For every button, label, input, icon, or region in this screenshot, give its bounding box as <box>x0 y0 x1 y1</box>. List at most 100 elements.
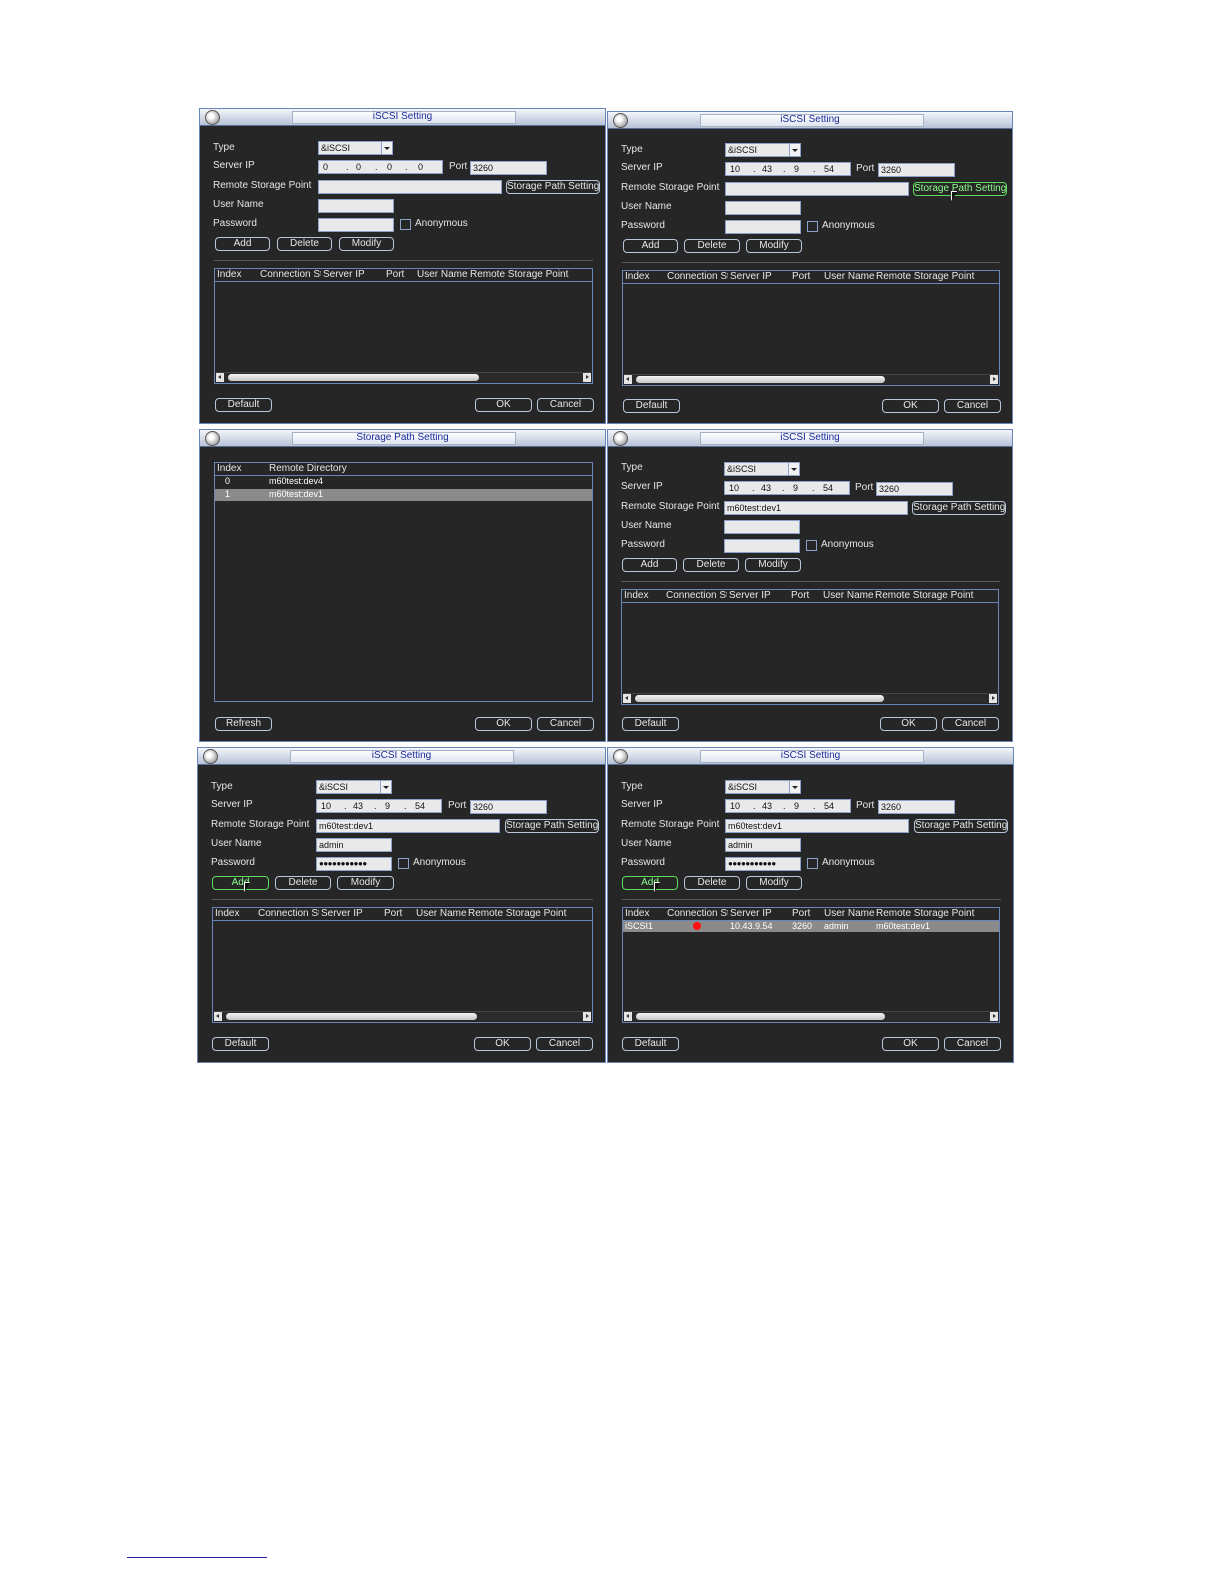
ok-button[interactable]: OK <box>474 1037 531 1051</box>
storage-path-setting-button[interactable]: Storage Path Setting <box>912 501 1006 515</box>
ok-button[interactable]: OK <box>882 399 939 413</box>
scroll-thumb[interactable] <box>636 1013 885 1020</box>
scroll-thumb[interactable] <box>226 1013 477 1020</box>
refresh-button[interactable]: Refresh <box>215 717 272 731</box>
remote-storage-input[interactable]: m60test:dev1 <box>724 501 908 515</box>
ok-button[interactable]: OK <box>475 717 532 731</box>
scroll-left-icon[interactable] <box>216 373 224 382</box>
user-name-input[interactable] <box>725 201 801 215</box>
horizontal-scrollbar[interactable] <box>623 693 997 703</box>
delete-button[interactable]: Delete <box>684 876 740 890</box>
scroll-right-icon[interactable] <box>583 373 591 382</box>
default-button[interactable]: Default <box>623 399 680 413</box>
chevron-down-icon[interactable] <box>789 144 800 156</box>
remote-storage-input[interactable]: m60test:dev1 <box>316 819 500 833</box>
add-button[interactable]: Add <box>215 237 270 251</box>
type-select[interactable]: &iSCSI <box>724 462 800 476</box>
cancel-button[interactable]: Cancel <box>536 1037 593 1051</box>
server-ip-input[interactable]: 10 . 43 . 9 . 54 <box>724 481 850 495</box>
chevron-down-icon[interactable] <box>789 781 800 793</box>
default-button[interactable]: Default <box>622 1037 679 1051</box>
horizontal-scrollbar[interactable] <box>624 374 998 384</box>
chevron-down-icon[interactable] <box>381 142 392 154</box>
ok-button[interactable]: OK <box>880 717 937 731</box>
scroll-left-icon[interactable] <box>214 1012 222 1021</box>
scroll-thumb[interactable] <box>635 695 884 702</box>
delete-button[interactable]: Delete <box>275 876 331 890</box>
anonymous-checkbox[interactable] <box>400 219 411 230</box>
anonymous-checkbox[interactable] <box>398 858 409 869</box>
scroll-left-icon[interactable] <box>624 1012 632 1021</box>
horizontal-scrollbar[interactable] <box>624 1011 998 1021</box>
port-input[interactable]: 3260 <box>470 800 547 814</box>
modify-button[interactable]: Modify <box>337 876 394 890</box>
delete-button[interactable]: Delete <box>684 239 740 253</box>
scroll-thumb[interactable] <box>636 376 885 383</box>
user-name-input[interactable] <box>318 199 394 213</box>
server-ip-input[interactable]: 10 . 43 . 9 . 54 <box>316 799 442 813</box>
type-select[interactable]: &iSCSI <box>316 780 392 794</box>
default-button[interactable]: Default <box>622 717 679 731</box>
password-input[interactable]: ●●●●●●●●●●● <box>316 857 392 871</box>
storage-path-setting-button[interactable]: Storage Path Setting <box>505 819 599 833</box>
user-name-input[interactable] <box>724 520 800 534</box>
port-input[interactable]: 3260 <box>878 163 955 177</box>
user-name-input[interactable]: admin <box>725 838 801 852</box>
add-button[interactable]: Add <box>212 876 269 890</box>
chevron-down-icon[interactable] <box>380 781 391 793</box>
scroll-right-icon[interactable] <box>990 1012 998 1021</box>
default-button[interactable]: Default <box>212 1037 269 1051</box>
cancel-button[interactable]: Cancel <box>944 1037 1001 1051</box>
remote-storage-input[interactable]: m60test:dev1 <box>725 819 909 833</box>
cancel-button[interactable]: Cancel <box>944 399 1001 413</box>
add-button[interactable]: Add <box>622 558 677 572</box>
cancel-button[interactable]: Cancel <box>537 717 594 731</box>
password-input[interactable]: ●●●●●●●●●●● <box>725 857 801 871</box>
storage-path-setting-button[interactable]: Storage Path Setting <box>506 180 600 194</box>
server-ip-input[interactable]: 10 . 43 . 9 . 54 <box>725 162 851 176</box>
table-row[interactable]: 0 m60test:dev4 <box>215 476 592 488</box>
table-row-selected[interactable]: iSCSI1 10.43.9.54 3260 admin m60test:dev… <box>623 921 999 932</box>
type-select[interactable]: &iSCSI <box>318 141 393 155</box>
scroll-right-icon[interactable] <box>989 694 997 703</box>
ok-button[interactable]: OK <box>882 1037 939 1051</box>
server-ip-input[interactable]: 0 . 0 . 0 . 0 <box>318 160 443 174</box>
table-row-selected[interactable]: 1 m60test:dev1 <box>215 489 592 501</box>
chevron-down-icon[interactable] <box>788 463 799 475</box>
server-ip-input[interactable]: 10 . 43 . 9 . 54 <box>725 799 851 813</box>
anonymous-checkbox[interactable] <box>807 858 818 869</box>
delete-button[interactable]: Delete <box>277 237 332 251</box>
default-button[interactable]: Default <box>215 398 272 412</box>
port-input[interactable]: 3260 <box>470 161 547 175</box>
horizontal-scrollbar[interactable] <box>214 1011 591 1021</box>
modify-button[interactable]: Modify <box>746 239 802 253</box>
user-name-input[interactable]: admin <box>316 838 392 852</box>
type-select[interactable]: &iSCSI <box>725 143 801 157</box>
password-input[interactable] <box>318 218 394 232</box>
port-input[interactable]: 3260 <box>876 482 953 496</box>
horizontal-scrollbar[interactable] <box>216 372 591 382</box>
modify-button[interactable]: Modify <box>745 558 801 572</box>
anonymous-checkbox[interactable] <box>806 540 817 551</box>
port-input[interactable]: 3260 <box>878 800 955 814</box>
cancel-button[interactable]: Cancel <box>942 717 999 731</box>
remote-storage-input[interactable] <box>725 182 909 196</box>
scroll-left-icon[interactable] <box>624 375 632 384</box>
add-button[interactable]: Add <box>622 876 678 890</box>
remote-storage-input[interactable] <box>318 180 502 194</box>
delete-button[interactable]: Delete <box>683 558 739 572</box>
ok-button[interactable]: OK <box>475 398 532 412</box>
storage-path-setting-button[interactable]: Storage Path Setting <box>914 819 1008 833</box>
add-button[interactable]: Add <box>623 239 678 253</box>
modify-button[interactable]: Modify <box>746 876 802 890</box>
modify-button[interactable]: Modify <box>339 237 394 251</box>
cancel-button[interactable]: Cancel <box>537 398 594 412</box>
password-input[interactable] <box>725 220 801 234</box>
anonymous-checkbox[interactable] <box>807 221 818 232</box>
storage-path-setting-button[interactable]: Storage Path Setting <box>913 182 1007 196</box>
scroll-left-icon[interactable] <box>623 694 631 703</box>
scroll-right-icon[interactable] <box>990 375 998 384</box>
scroll-right-icon[interactable] <box>583 1012 591 1021</box>
type-select[interactable]: &iSCSI <box>725 780 801 794</box>
password-input[interactable] <box>724 539 800 553</box>
